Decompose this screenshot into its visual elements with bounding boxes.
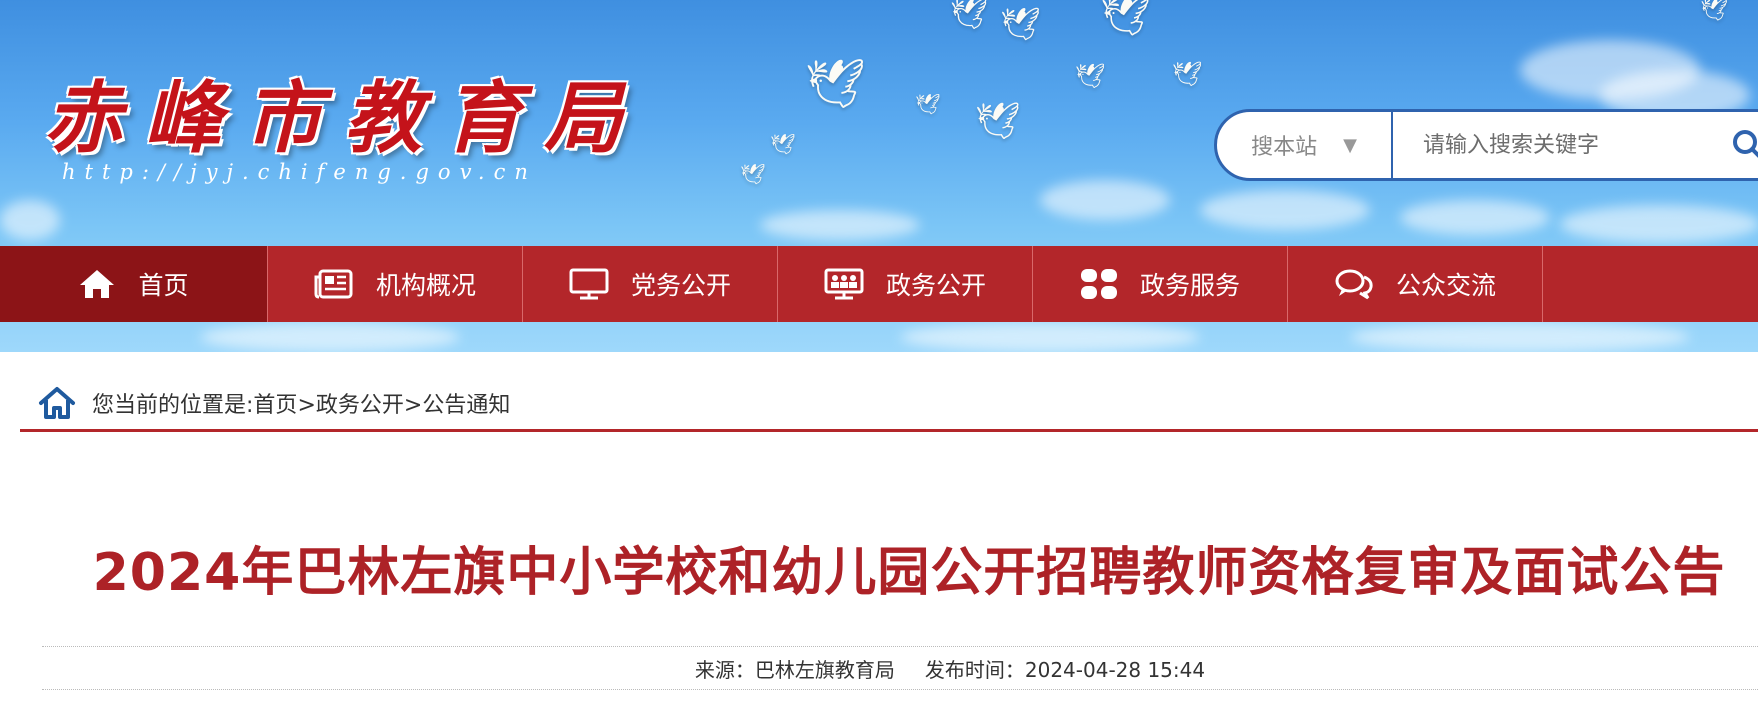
monitor-icon bbox=[569, 268, 609, 300]
search-icon[interactable] bbox=[1731, 128, 1758, 162]
chat-icon bbox=[1335, 269, 1373, 300]
cloud bbox=[1400, 200, 1550, 235]
cloud bbox=[760, 210, 920, 240]
breadcrumb-prefix: 您当前的位置是: bbox=[92, 392, 254, 418]
newspaper-icon bbox=[314, 269, 353, 299]
triangle-down-icon: ▼ bbox=[1343, 134, 1357, 156]
dove-icon: 🕊 bbox=[975, 101, 1021, 142]
dove-icon: 🕊 bbox=[805, 56, 866, 112]
dove-icon: 🕊 bbox=[770, 132, 796, 156]
search-scope-select[interactable]: 搜本站 ▼ bbox=[1217, 112, 1393, 178]
nav-item-label: 公众交流 bbox=[1395, 271, 1496, 300]
nav-item-label: 机构概况 bbox=[375, 271, 476, 300]
search-input[interactable] bbox=[1393, 112, 1758, 178]
nav-item-label: 政务服务 bbox=[1139, 271, 1240, 300]
breadcrumb: 您当前的位置是:首页>政务公开>公告通知 bbox=[20, 376, 1758, 432]
cloud bbox=[1350, 322, 1690, 352]
breadcrumb-separator: > bbox=[403, 392, 423, 418]
site-url: http://jyj.chifeng.gov.cn bbox=[62, 160, 537, 184]
article-source: 来源：巴林左旗教育局 bbox=[694, 657, 895, 682]
breadcrumb-link-government-affairs[interactable]: 政务公开 bbox=[316, 393, 404, 418]
dove-icon: 🕊 bbox=[915, 92, 941, 116]
breadcrumb-text: 您当前的位置是:首页>政务公开>公告通知 bbox=[92, 387, 510, 419]
cloud bbox=[0, 200, 60, 240]
cloud bbox=[1560, 205, 1758, 243]
grid-icon bbox=[1080, 269, 1117, 299]
search-scope-label: 搜本站 bbox=[1251, 135, 1318, 160]
home-icon bbox=[80, 270, 115, 298]
breadcrumb-link-home[interactable]: 首页 bbox=[253, 393, 297, 418]
dove-icon: 🕊 bbox=[740, 162, 766, 186]
breadcrumb-separator: > bbox=[297, 392, 316, 418]
breadcrumb-link-announcements[interactable]: 公告通知 bbox=[422, 393, 510, 418]
cloud bbox=[900, 322, 1200, 352]
dove-icon: 🕊 bbox=[1000, 5, 1041, 43]
main-nav: 首页 机构概况 党务公开 政务公开 政务服务 公众交流 bbox=[0, 246, 1758, 322]
dove-icon: 🕊 bbox=[1075, 62, 1106, 90]
nav-item-organization[interactable]: 机构概况 bbox=[268, 246, 523, 322]
nav-item-label: 党务公开 bbox=[630, 271, 731, 300]
home-outline-icon bbox=[39, 386, 75, 419]
dove-icon: 🕊 bbox=[1700, 0, 1728, 23]
search-box: 搜本站 ▼ bbox=[1214, 109, 1758, 181]
nav-item-home[interactable]: 首页 bbox=[0, 246, 268, 322]
nav-item-label: 政务公开 bbox=[885, 271, 986, 300]
nav-item-government-services[interactable]: 政务服务 bbox=[1033, 246, 1288, 322]
dove-icon: 🕊 bbox=[1172, 60, 1203, 88]
nav-item-public-communication[interactable]: 公众交流 bbox=[1288, 246, 1543, 322]
article-title: 2024年巴林左旗中小学校和幼儿园公开招聘教师资格复审及面试公告 bbox=[92, 543, 1726, 603]
cloud bbox=[200, 322, 460, 352]
nav-item-government-affairs[interactable]: 政务公开 bbox=[778, 246, 1033, 322]
dove-icon: 🕊 bbox=[950, 0, 989, 32]
nav-item-party-affairs[interactable]: 党务公开 bbox=[523, 246, 778, 322]
nav-item-label: 首页 bbox=[138, 271, 189, 300]
dove-icon: 🕊 bbox=[1100, 0, 1151, 39]
site-logo-title[interactable]: 赤峰市教育局 bbox=[44, 56, 644, 168]
article-date: 发布时间：2024-04-28 15:44 bbox=[924, 657, 1206, 682]
cloud bbox=[1040, 180, 1170, 220]
header-banner: 🕊 🕊 🕊 🕊 🕊 🕊 🕊 🕊 🕊 🕊 🕊 赤峰市教育局 http://jyj.… bbox=[0, 0, 1758, 352]
meeting-icon bbox=[824, 268, 864, 300]
article-meta: 来源：巴林左旗教育局 发布时间：2024-04-28 15:44 bbox=[42, 646, 1758, 690]
cloud bbox=[1200, 190, 1370, 230]
